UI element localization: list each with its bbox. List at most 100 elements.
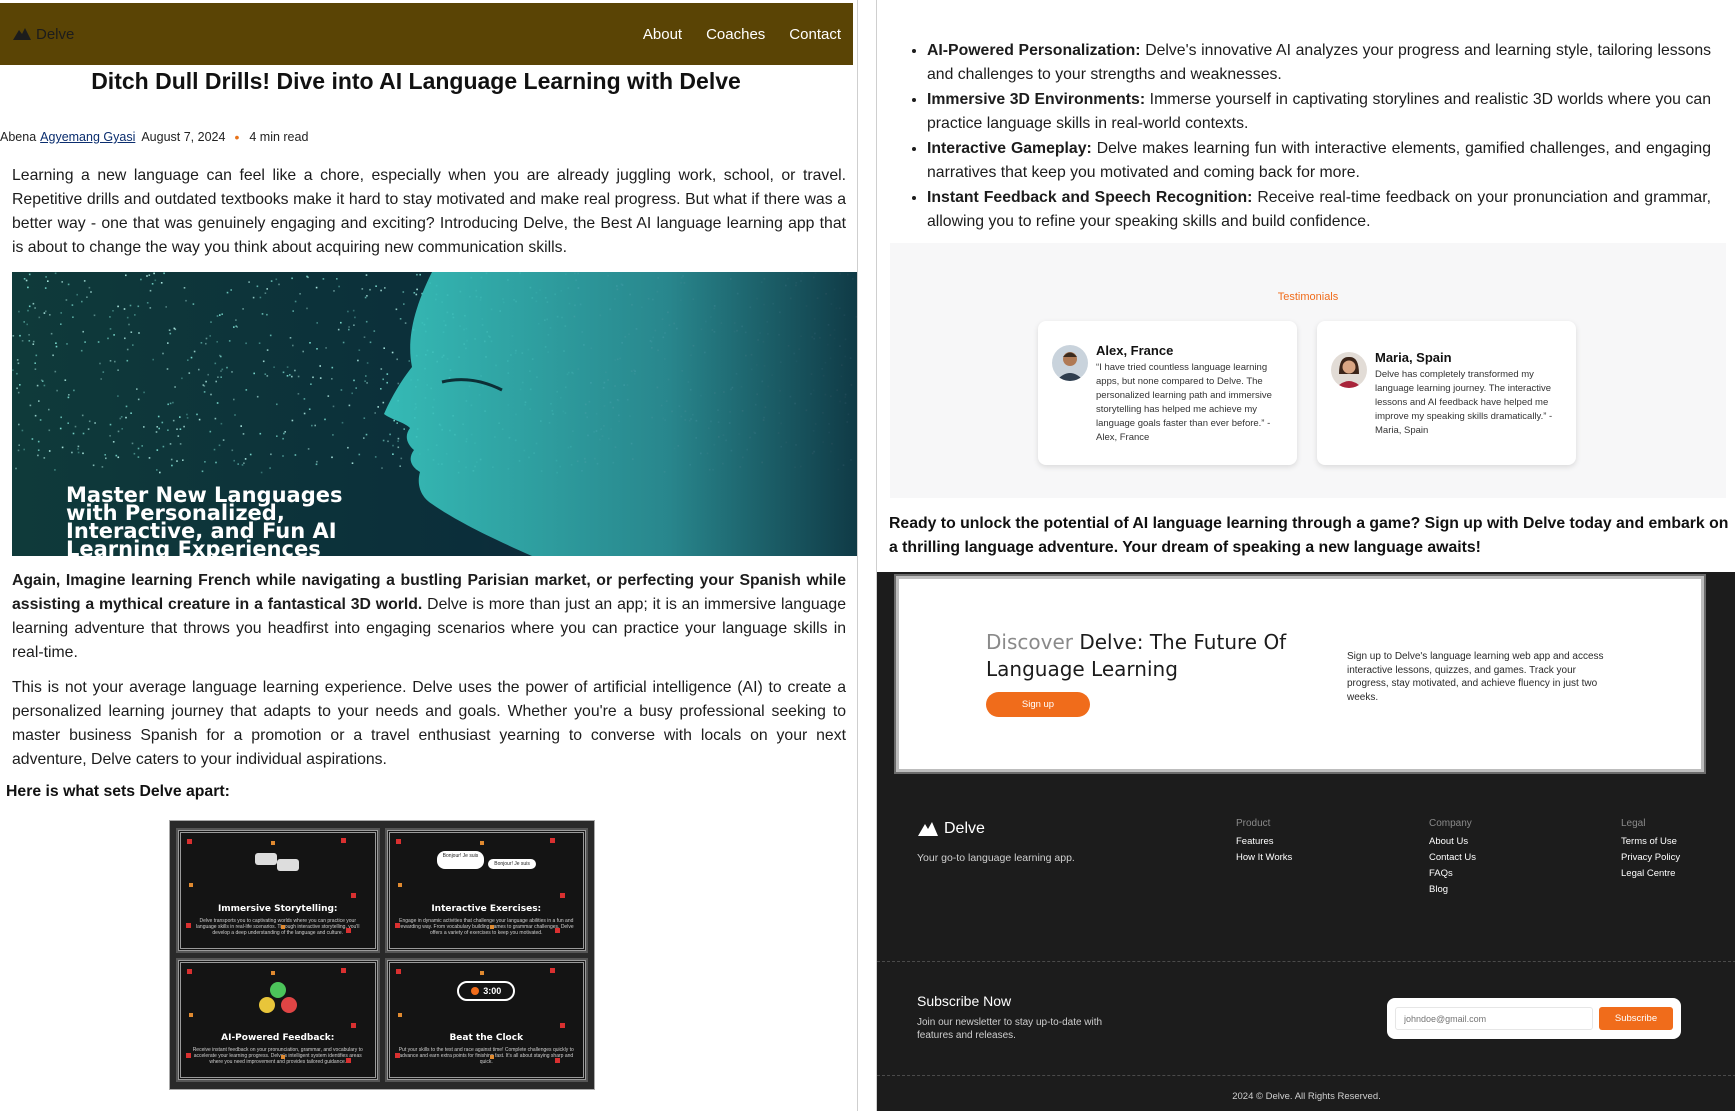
hero-particle — [26, 323, 28, 326]
timer-icon: 3:00 — [390, 980, 584, 1001]
hero-particle — [233, 326, 235, 328]
hero-particle — [55, 345, 58, 348]
hero-particle — [107, 337, 109, 340]
read-time: 4 min read — [249, 130, 309, 144]
card-dot — [397, 883, 402, 887]
hero-particle — [266, 313, 268, 316]
hero-particle — [338, 285, 340, 288]
hero-particle — [325, 347, 327, 349]
hero-particle — [159, 471, 161, 474]
subscribe-button[interactable]: Subscribe — [1599, 1007, 1673, 1030]
footer-column-product: Product Features How It Works — [1236, 818, 1292, 868]
hero-particle — [228, 340, 231, 342]
hero-particle — [392, 444, 394, 447]
copyright: 2024 © Delve. All Rights Reserved. — [1232, 1091, 1381, 1102]
footer-link[interactable]: Terms of Use — [1621, 836, 1680, 847]
hero-particle — [416, 288, 418, 291]
hero-particle — [365, 433, 368, 436]
nav-logo[interactable]: Delve — [12, 26, 74, 43]
hero-particle — [220, 370, 222, 372]
hero-particle — [198, 418, 201, 421]
hero-particle — [337, 328, 340, 331]
footer-link[interactable]: Features — [1236, 836, 1292, 847]
hero-particle — [84, 341, 86, 343]
hero-particle — [216, 315, 219, 317]
hero-particle — [219, 354, 221, 357]
hero-particle — [352, 309, 355, 312]
hero-particle — [71, 451, 73, 454]
feature-card-desc: Engage in dynamic activities that challe… — [398, 917, 574, 936]
hero-particle — [270, 280, 273, 282]
hero-particle — [366, 382, 368, 384]
subscribe-title: Subscribe Now — [917, 993, 1012, 1009]
hero-particle — [167, 403, 169, 406]
hero-particle — [275, 278, 278, 281]
testimonial-card: Maria, Spain Delve has completely transf… — [1317, 321, 1576, 465]
hero-particle — [126, 348, 129, 351]
hero-particle — [192, 303, 195, 305]
author-link[interactable]: Agyemang Gyasi — [40, 130, 135, 144]
footer-link[interactable]: FAQs — [1429, 868, 1476, 879]
hero-particle — [47, 280, 49, 282]
hero-particle — [269, 334, 272, 337]
hero-particle — [241, 464, 244, 466]
signup-button[interactable]: Sign up — [986, 692, 1090, 717]
hero-particle — [286, 375, 289, 377]
hero-particle — [245, 342, 247, 345]
footer-link[interactable]: About Us — [1429, 836, 1476, 847]
hero-particle — [319, 377, 322, 379]
email-input[interactable] — [1395, 1007, 1593, 1030]
hero-particle — [365, 320, 368, 323]
nav-link-contact[interactable]: Contact — [789, 26, 841, 43]
imagine-paragraph: Again, Imagine learning French while nav… — [12, 569, 846, 665]
card-dot — [479, 841, 484, 845]
hero-particle — [176, 428, 178, 430]
card-dot — [394, 1052, 400, 1058]
experience-paragraph: This is not your average language learni… — [12, 679, 846, 768]
card-dot — [346, 1057, 351, 1063]
card-dot — [271, 841, 275, 845]
hero-particle — [369, 288, 371, 291]
nav-link-about[interactable]: About — [643, 26, 682, 43]
hero-particle — [65, 299, 68, 301]
footer-divider — [877, 961, 1735, 962]
footer-link[interactable]: Privacy Policy — [1621, 852, 1680, 863]
hero-particle — [216, 341, 218, 343]
hero-particle — [115, 454, 118, 457]
nav-link-coaches[interactable]: Coaches — [706, 26, 765, 43]
hero-particle — [205, 380, 207, 383]
hero-particle — [289, 337, 292, 339]
hero-particle — [121, 428, 123, 430]
card-dot — [559, 1022, 565, 1028]
testimonial-quote: Delve has completely transformed my lang… — [1375, 369, 1553, 436]
hero-particle — [218, 444, 221, 447]
footer-logo[interactable]: Delve — [917, 820, 985, 838]
emoji-faces-icon — [181, 981, 375, 1015]
footer-link[interactable]: Contact Us — [1429, 852, 1476, 863]
card-dot — [271, 970, 275, 975]
hero-particle — [210, 321, 212, 323]
hero-particle — [357, 359, 359, 362]
footer-link[interactable]: How It Works — [1236, 852, 1292, 863]
card-dot — [479, 970, 484, 975]
hero-particle — [133, 452, 136, 455]
chat-bubble: Bonjour! Je suis — [436, 851, 485, 869]
hero-particle — [97, 341, 100, 343]
feature-card-desc: Put your skills to the test and race aga… — [398, 1047, 574, 1065]
hero-particle — [185, 299, 187, 302]
article-title: Ditch Dull Drills! Dive into AI Language… — [91, 68, 741, 94]
footer-link[interactable]: Legal Centre — [1621, 868, 1680, 879]
footer-link[interactable]: Blog — [1429, 884, 1476, 895]
banner-title-gray: Discover — [986, 630, 1073, 654]
hero-particle — [205, 337, 208, 340]
chat-bubble: Bonjour! Je suis — [488, 859, 536, 869]
hero-particle — [261, 313, 264, 315]
hero-particle — [202, 384, 205, 386]
hero-particle — [153, 272, 155, 275]
footer-column-legal: Legal Terms of Use Privacy Policy Legal … — [1621, 818, 1680, 884]
footer-column-heading: Product — [1236, 818, 1271, 829]
features-grid-image: Immersive Storytelling: Delve transports… — [169, 820, 595, 1090]
banner-title-line2: Language Learning — [986, 657, 1178, 681]
hero-particle — [109, 316, 111, 318]
hero-particle — [415, 293, 418, 296]
